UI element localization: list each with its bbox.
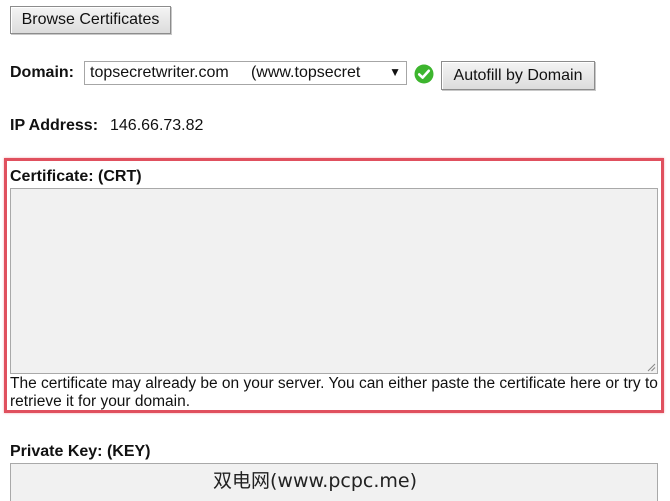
domain-label: Domain:	[10, 64, 74, 81]
certificate-textarea[interactable]	[10, 188, 658, 374]
dropdown-arrow-icon: ▼	[389, 65, 401, 79]
resize-grip-icon[interactable]	[647, 363, 656, 372]
green-check-icon	[414, 64, 434, 84]
domain-select-value: topsecretwriter.com (www.topsecret	[90, 64, 361, 81]
domain-select[interactable]: topsecretwriter.com (www.topsecret ▼	[84, 61, 407, 85]
certificate-label: Certificate: (CRT)	[10, 168, 142, 185]
ssl-install-form: Browse Certificates Domain: topsecretwri…	[0, 0, 670, 501]
certificate-help-text: The certificate may already be on your s…	[10, 375, 658, 410]
browse-certificates-button[interactable]: Browse Certificates	[10, 6, 171, 34]
autofill-by-domain-button[interactable]: Autofill by Domain	[441, 61, 595, 90]
watermark-text: 双电网(www.pcpc.me)	[213, 470, 417, 492]
ip-address-value: 146.66.73.82	[110, 117, 204, 134]
private-key-label: Private Key: (KEY)	[10, 443, 151, 460]
ip-address-label: IP Address:	[10, 117, 99, 134]
